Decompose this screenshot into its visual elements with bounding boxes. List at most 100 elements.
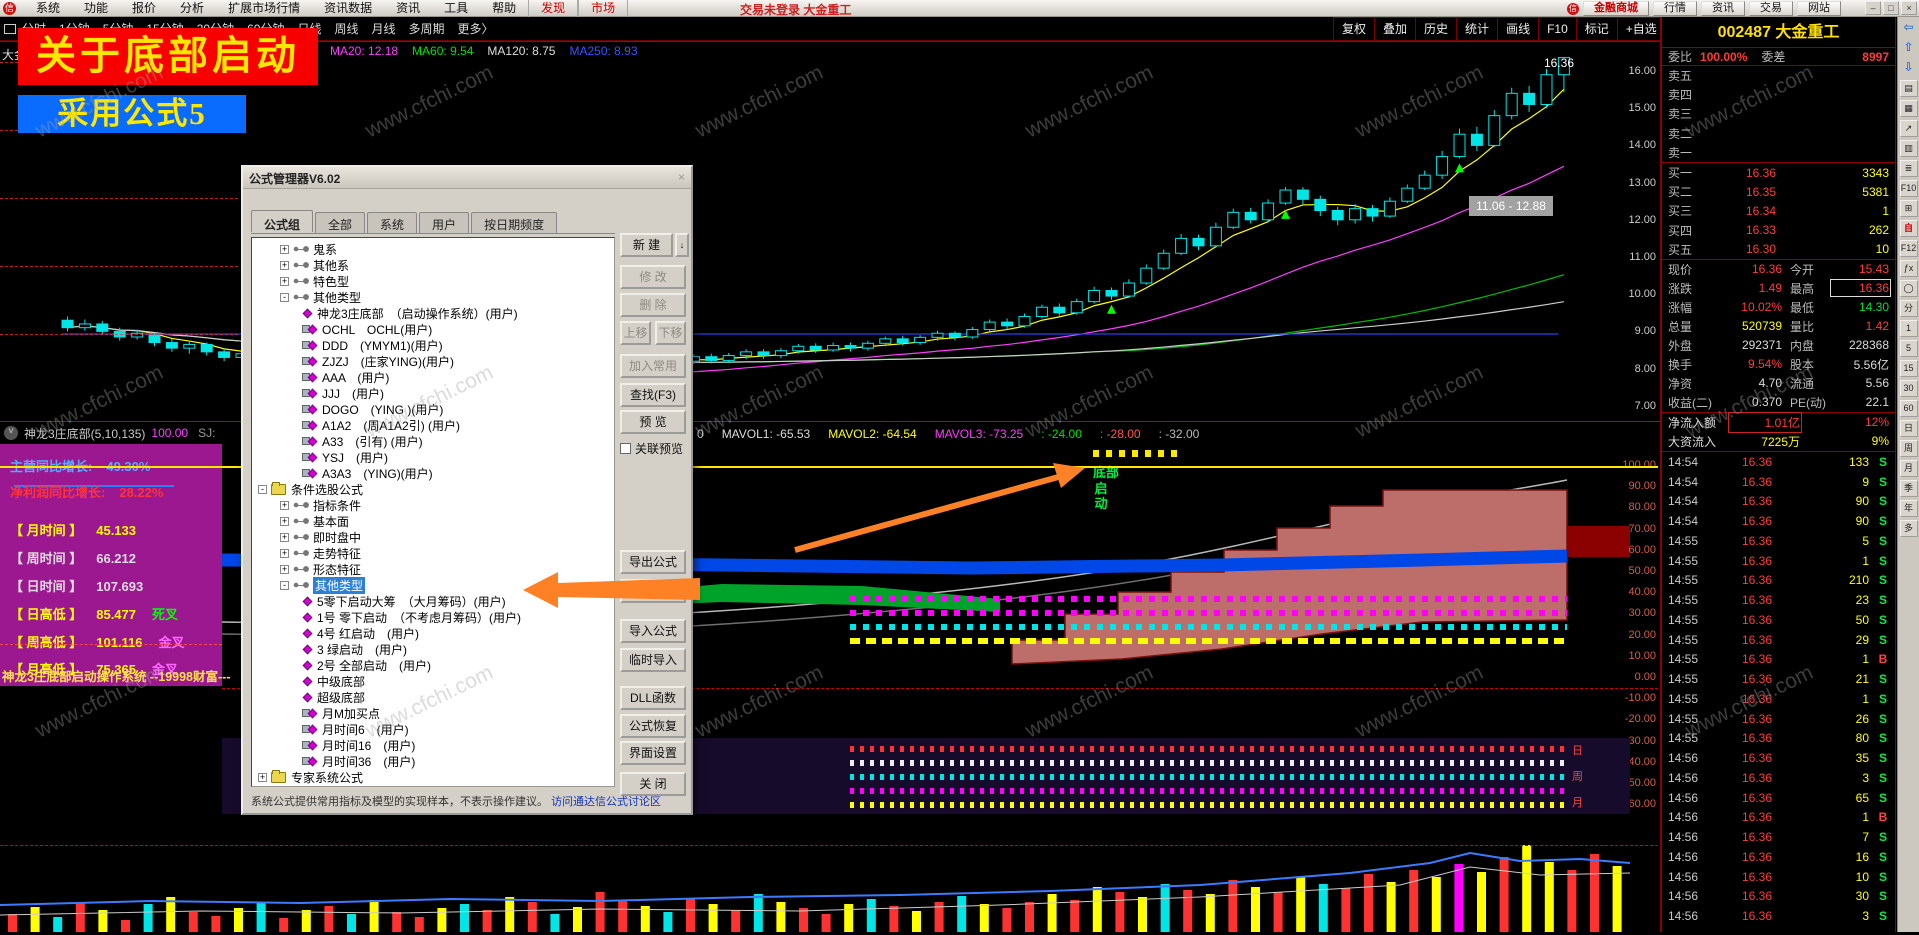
tree-label[interactable]: 即时盘中 (313, 529, 361, 546)
tree-row[interactable]: + 形态特征 (252, 561, 614, 577)
brand-网站[interactable]: 网站 (1797, 1, 1841, 16)
preview-button[interactable]: 预 览 (620, 410, 686, 434)
tree-row[interactable]: 1号 零下启动 （不考虑月筹码）(用户) (252, 609, 614, 625)
tree-label[interactable]: 3 绿启动 (用户) (317, 641, 407, 658)
tree-label[interactable]: 其他类型 (313, 289, 361, 306)
toolbtn-复权[interactable]: 复权 (1333, 18, 1376, 40)
side-icon-日[interactable]: 日 (1899, 420, 1918, 437)
tree-row[interactable]: + 走势特征 (252, 545, 614, 561)
side-icon-周[interactable]: 周 (1899, 440, 1918, 457)
tree-row[interactable]: 月时间16 (用户) (252, 737, 614, 753)
toolbtn-叠加[interactable]: 叠加 (1375, 18, 1417, 40)
tree-label[interactable]: 1号 零下启动 （不考虑月筹码）(用户) (317, 609, 521, 626)
tree-row[interactable]: 月时间6 (用户) (252, 721, 614, 737)
expand-icon[interactable]: - (280, 580, 289, 590)
tree-row[interactable]: A1A2 (周A1A2引) (用户) (252, 417, 614, 433)
tree-label[interactable]: YSJ (用户) (322, 449, 388, 466)
expand-icon[interactable]: + (280, 260, 289, 270)
dialog-tab-用户[interactable]: 用户 (419, 212, 470, 234)
side-icon-60[interactable]: 60 (1899, 400, 1918, 417)
side-icon-ƒx[interactable]: ƒx (1899, 260, 1918, 277)
tree-row[interactable]: 月时间36 (用户) (252, 753, 614, 769)
expand-icon[interactable]: + (280, 244, 289, 254)
tree-row[interactable]: + 特色型 (252, 273, 614, 289)
period-多周期[interactable]: 多周期 (409, 20, 445, 37)
window-control[interactable]: □ (1883, 1, 1899, 15)
tree-row[interactable]: DDD (YMYM1)(用户) (252, 337, 614, 353)
new-button[interactable]: 新 建 (620, 233, 673, 257)
brand-资讯[interactable]: 资讯 (1701, 1, 1745, 16)
new-dropdown-button[interactable]: ↓ (675, 233, 689, 257)
volume-pane[interactable] (0, 845, 1660, 932)
window-control[interactable]: × (1901, 1, 1917, 15)
expand-icon[interactable]: + (280, 516, 289, 526)
menu-扩展市场行情[interactable]: 扩展市场行情 (216, 0, 312, 17)
collapse-icon[interactable]: ˅ (4, 426, 18, 440)
side-icon-◯[interactable]: ◯ (1899, 280, 1918, 297)
import-button[interactable]: 导入公式 (620, 619, 686, 643)
formula-tree[interactable]: + 鬼系 + 其他系 + 特色型 - 其他类型 神龙3庄底部 （启动操作系统）(用户) OCHL … (251, 237, 615, 787)
tree-row[interactable]: 中级底部 (252, 673, 614, 689)
tree-row[interactable]: A3A3 (YING)(用户) (252, 465, 614, 481)
tree-label[interactable]: OCHL OCHL(用户) (322, 321, 432, 338)
tree-label[interactable]: A3A3 (YING)(用户) (322, 465, 433, 482)
temp-import-button[interactable]: 临时导入 (620, 648, 686, 672)
side-icon-30[interactable]: 30 (1899, 380, 1918, 397)
tree-row[interactable]: 5零下启动大筹 （大月筹码）(用户) (252, 593, 614, 609)
side-icon-5[interactable]: 5 (1899, 340, 1918, 357)
side-icon-≣[interactable]: ≣ (1899, 160, 1918, 177)
menu-工具[interactable]: 工具 (432, 0, 480, 17)
dialog-tab-公式组[interactable]: 公式组 (251, 210, 314, 232)
find-button[interactable]: 查找(F3) (620, 383, 686, 407)
expand-icon[interactable]: - (258, 484, 267, 494)
side-icon-▦[interactable]: ▦ (1899, 100, 1918, 117)
side-icon-月[interactable]: 月 (1899, 460, 1918, 477)
menu-报价[interactable]: 报价 (120, 0, 168, 17)
tree-row[interactable]: AAA (用户) (252, 369, 614, 385)
dll-function-button[interactable]: DLL函数 (620, 686, 686, 710)
side-icon-▥[interactable]: ▥ (1899, 140, 1918, 157)
tree-row[interactable]: 3 绿启动 (用户) (252, 641, 614, 657)
tree-label[interactable]: 指标条件 (313, 497, 361, 514)
tree-row[interactable]: 神龙3庄底部 （启动操作系统）(用户) (252, 305, 614, 321)
move-up-button[interactable]: 上移 (620, 321, 651, 345)
side-icon-多[interactable]: 多 (1899, 520, 1918, 537)
menu-功能[interactable]: 功能 (72, 0, 120, 17)
tree-label[interactable]: 条件选股公式 (291, 481, 363, 498)
modify-button[interactable]: 修 改 (620, 265, 686, 289)
tree-row[interactable]: + 专家系统公式 (252, 769, 614, 785)
tree-label[interactable]: 走势特征 (313, 545, 361, 562)
expand-icon[interactable]: + (280, 276, 289, 286)
forum-link[interactable]: 访问通达信公式讨论区 (551, 796, 661, 808)
toolbtn-统计[interactable]: 统计 (1457, 18, 1499, 40)
tree-row[interactable]: OCHL OCHL(用户) (252, 321, 614, 337)
quick-export-button[interactable]: 快速导出 (620, 579, 686, 603)
side-icon-F10[interactable]: F10 (1899, 180, 1918, 197)
dialog-tab-全部[interactable]: 全部 (315, 212, 366, 234)
tree-row[interactable]: - 条件选股公式 (252, 481, 614, 497)
tree-label[interactable]: 鬼系 (313, 241, 337, 258)
menu-发现[interactable]: 发现 (528, 0, 579, 17)
tick-list[interactable]: 14:54 16.36 133 S 14:54 16.36 9 S 14:54 16.36 90 S 1… (1662, 452, 1895, 926)
side-icon-15[interactable]: 15 (1899, 360, 1918, 377)
side-icon-⇩[interactable]: ⇩ (1899, 60, 1918, 77)
tree-label[interactable]: 2号 全部启动 (用户) (317, 657, 431, 674)
side-icon-F12[interactable]: F12 (1899, 240, 1918, 257)
tree-row[interactable]: 超级底部 (252, 689, 614, 705)
tree-label[interactable]: 月时间16 (用户) (322, 737, 415, 754)
checkbox-icon[interactable] (620, 443, 631, 454)
expand-icon[interactable]: - (280, 292, 289, 302)
tree-label[interactable]: 特色型 (313, 273, 349, 290)
tree-label[interactable]: DOGO (YING )(用户) (322, 401, 443, 418)
tree-label[interactable]: 神龙3庄底部 （启动操作系统）(用户) (317, 305, 518, 322)
menu-资讯数据[interactable]: 资讯数据 (312, 0, 384, 17)
tree-row[interactable]: 4号 红启动 (用户) (252, 625, 614, 641)
add-favorite-button[interactable]: 加入常用 (620, 354, 686, 378)
side-icon-⊞[interactable]: ⊞ (1899, 200, 1918, 217)
side-icon-1[interactable]: 1 (1899, 320, 1918, 337)
window-icon[interactable] (4, 23, 16, 34)
tree-label[interactable]: 其他类型 (313, 576, 366, 594)
tree-label[interactable]: A33 (引有) (用户) (322, 433, 423, 450)
toolbtn-标记[interactable]: 标记 (1577, 18, 1618, 40)
side-icon-▤[interactable]: ▤ (1899, 80, 1918, 97)
